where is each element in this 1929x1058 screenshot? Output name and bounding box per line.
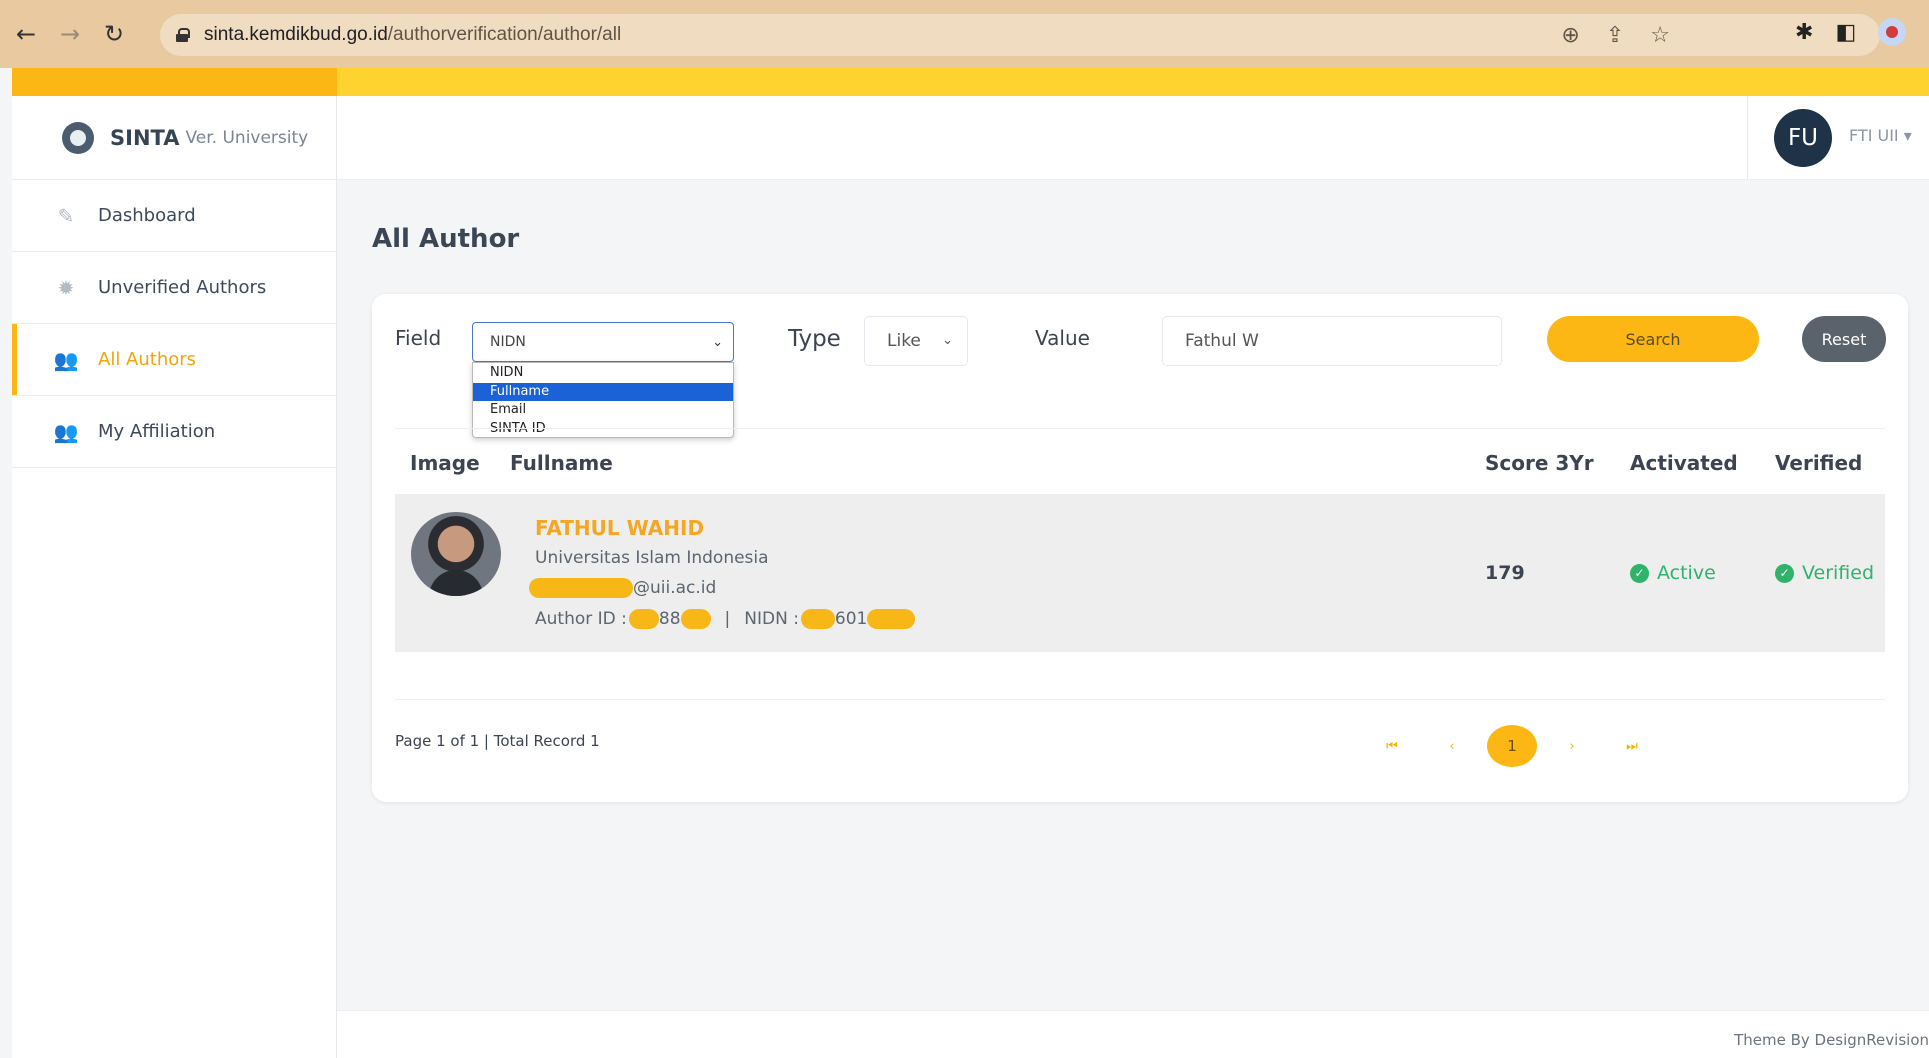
users-icon: 👥: [53, 347, 79, 372]
field-option-nidn[interactable]: NIDN: [473, 364, 733, 383]
bookmark-star-icon[interactable]: ☆: [1650, 23, 1670, 48]
table-row: FATHUL WAHID Universitas Islam Indonesia…: [395, 494, 1885, 652]
sidebar-item-label: Unverified Authors: [98, 277, 267, 298]
theme-credit: Theme By DesignRevision: [1734, 1031, 1929, 1049]
sinta-logo-icon: [62, 121, 94, 154]
redaction-mark: [529, 578, 633, 598]
check-circle-icon: ✓: [1630, 563, 1649, 583]
reset-button[interactable]: Reset: [1802, 316, 1886, 362]
pencil-icon: ✎: [57, 203, 75, 228]
page-title: All Author: [372, 224, 520, 254]
user-menu[interactable]: FTI UII ▾: [1849, 126, 1912, 145]
sidebar-item-all-authors[interactable]: 👥 All Authors: [12, 324, 336, 396]
last-page-button[interactable]: ⏭: [1607, 725, 1657, 767]
column-header-score: Score 3Yr: [1485, 451, 1594, 475]
author-photo: [411, 512, 501, 596]
redaction-mark: [800, 609, 835, 629]
field-option-fullname[interactable]: Fullname: [473, 382, 733, 401]
field-dropdown-list: NIDN Fullname Email SINTA ID: [472, 362, 734, 438]
brand[interactable]: SINTA Ver. University: [12, 96, 336, 180]
avatar[interactable]: FU: [1774, 109, 1832, 167]
sidebar-item-dashboard[interactable]: ✎ Dashboard: [12, 180, 336, 252]
badge-icon: ✹: [57, 275, 75, 300]
authors-card: Field NIDN ⌄ NIDN Fullname Email SINTA I…: [372, 294, 1908, 802]
pagination-info: Page 1 of 1 | Total Record 1: [395, 732, 600, 750]
back-button[interactable]: ←: [8, 16, 44, 52]
next-page-button[interactable]: ›: [1547, 725, 1597, 767]
pagination: ⏮ ‹ 1 › ⏭: [1357, 725, 1657, 767]
brand-subtitle: Ver. University: [185, 127, 309, 148]
field-option-email[interactable]: Email: [473, 401, 733, 420]
lock-icon: [176, 28, 190, 42]
sidebar-item-label: Dashboard: [98, 205, 196, 226]
score-3yr: 179: [1485, 562, 1525, 584]
sidebar-item-label: All Authors: [98, 349, 197, 370]
author-affiliation: Universitas Islam Indonesia: [535, 548, 769, 568]
sidebar-top-accent: [12, 68, 337, 96]
field-label: Field: [395, 326, 442, 350]
type-select[interactable]: Like ⌄: [864, 316, 968, 366]
page-1-button[interactable]: 1: [1487, 725, 1537, 767]
value-input[interactable]: Fathul W: [1162, 316, 1502, 366]
browser-toolbar: ← → ↻ sinta.kemdikbud.go.id/authorverifi…: [0, 0, 1929, 68]
extensions-icon[interactable]: ✱: [1795, 20, 1813, 45]
activated-status: ✓ Active: [1630, 562, 1716, 584]
share-icon[interactable]: ⇪: [1606, 23, 1624, 48]
type-label: Type: [788, 326, 841, 352]
author-name-link[interactable]: FATHUL WAHID: [535, 516, 704, 540]
topbar-divider: [1747, 96, 1748, 180]
reload-button[interactable]: ↻: [96, 16, 132, 52]
first-page-button[interactable]: ⏮: [1367, 725, 1417, 767]
column-header-fullname: Fullname: [510, 451, 613, 475]
column-header-activated: Activated: [1630, 451, 1738, 475]
column-header-verified: Verified: [1775, 451, 1863, 475]
table-header: Image Fullname Score 3Yr Activated Verif…: [395, 428, 1885, 494]
sidebar-item-unverified-authors[interactable]: ✹ Unverified Authors: [12, 252, 336, 324]
profile-icon[interactable]: [1878, 18, 1907, 46]
verified-status: ✓ Verified: [1775, 562, 1874, 584]
users-icon: 👥: [53, 419, 79, 444]
brand-name: SINTA: [110, 125, 180, 150]
address-bar[interactable]: sinta.kemdikbud.go.id/authorverification…: [160, 14, 1880, 56]
value-label: Value: [1035, 326, 1090, 350]
author-email: @uii.ac.id: [529, 578, 716, 598]
url-text: sinta.kemdikbud.go.id/authorverification…: [204, 24, 622, 45]
chevron-down-icon: ⌄: [712, 335, 723, 350]
page-footer: Theme By DesignRevision: [337, 1010, 1929, 1058]
divider: [395, 699, 1885, 700]
caret-down-icon: ▾: [1903, 126, 1912, 145]
sidebar-item-label: My Affiliation: [98, 421, 216, 442]
column-header-image: Image: [410, 451, 480, 475]
sidebar-item-my-affiliation[interactable]: 👥 My Affiliation: [12, 396, 336, 468]
redaction-mark: [867, 609, 916, 629]
header-top-accent: [337, 68, 1929, 96]
sidebar: SINTA Ver. University ✎ Dashboard ✹ Unve…: [12, 96, 337, 1058]
check-circle-icon: ✓: [1775, 563, 1794, 583]
prev-page-button[interactable]: ‹: [1427, 725, 1477, 767]
side-panel-icon[interactable]: ◧: [1835, 20, 1856, 45]
zoom-icon[interactable]: ⊕: [1561, 23, 1579, 48]
redaction-mark: [680, 609, 711, 629]
topbar: FU FTI UII ▾: [337, 96, 1929, 180]
forward-button[interactable]: →: [52, 16, 88, 52]
field-select[interactable]: NIDN ⌄: [472, 322, 734, 362]
search-button[interactable]: Search: [1547, 316, 1759, 362]
chevron-down-icon: ⌄: [942, 333, 953, 348]
author-ids: Author ID : 88 | NIDN : 601: [535, 609, 916, 629]
redaction-mark: [628, 609, 659, 629]
